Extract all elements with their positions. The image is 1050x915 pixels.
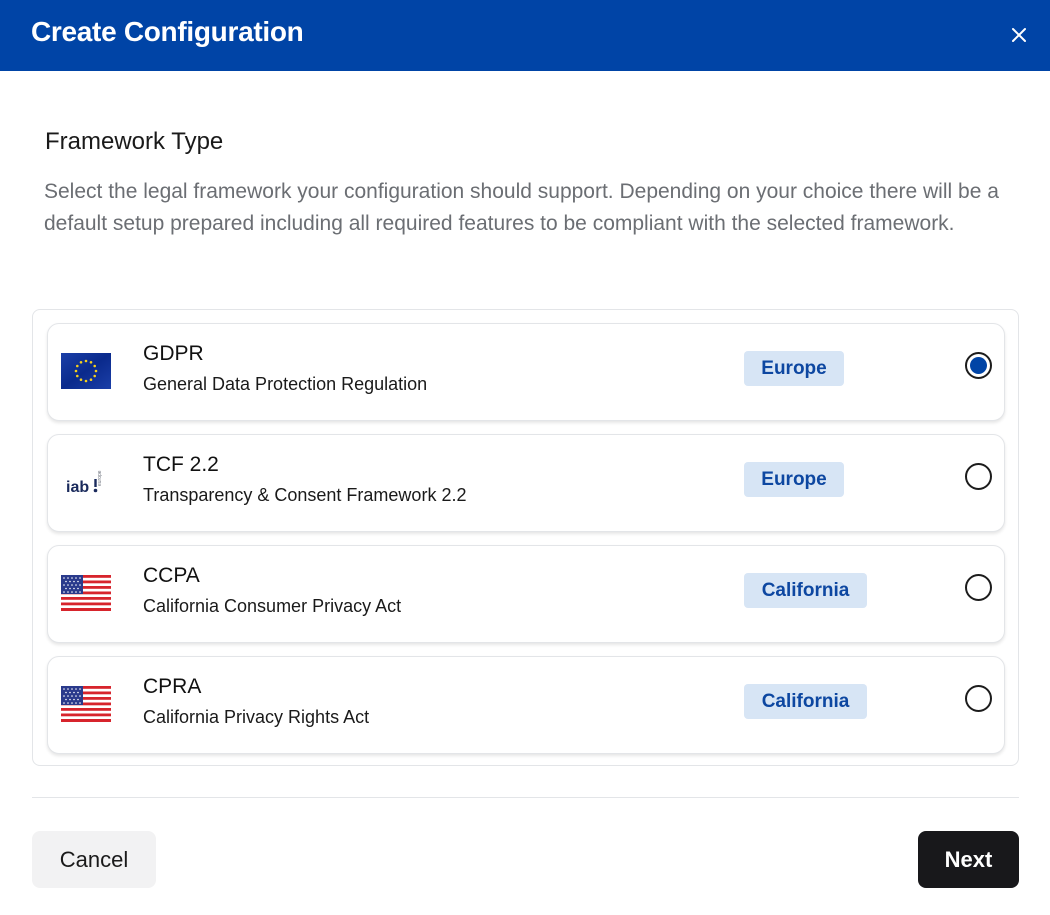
us-flag-icon (61, 684, 111, 724)
region-badge: Europe (744, 351, 844, 386)
framework-option-gdpr[interactable]: GDPR General Data Protection Regulation … (47, 323, 1005, 421)
framework-name: GDPR (143, 342, 204, 365)
region-badge: California (744, 684, 867, 719)
framework-full-name: General Data Protection Regulation (143, 374, 428, 394)
framework-name: CPRA (143, 675, 202, 698)
framework-option-ccpa[interactable]: CCPA California Consumer Privacy Act Cal… (47, 545, 1005, 643)
dialog-title: Create Configuration (31, 16, 304, 47)
framework-option-tcf[interactable]: iab europe TCF 2.2 Transparency & Consen… (47, 434, 1005, 532)
section-description: Select the legal framework your configur… (44, 180, 999, 235)
radio-selected[interactable] (965, 352, 992, 379)
footer-divider (32, 797, 1019, 798)
region-badge: California (744, 573, 867, 608)
framework-name: TCF 2.2 (143, 453, 219, 476)
iab-europe-logo: iab europe (61, 462, 111, 502)
section-title: Framework Type (45, 128, 224, 155)
framework-option-cpra[interactable]: CPRA California Privacy Rights Act Calif… (47, 656, 1005, 754)
next-button[interactable]: Next (918, 831, 1019, 888)
framework-name: CCPA (143, 564, 200, 587)
radio-unselected[interactable] (965, 574, 992, 601)
framework-full-name: Transparency & Consent Framework 2.2 (143, 485, 467, 505)
eu-flag-icon (61, 351, 111, 391)
us-flag-icon (61, 573, 111, 613)
region-badge: Europe (744, 462, 844, 497)
framework-full-name: California Consumer Privacy Act (143, 596, 402, 616)
close-icon[interactable] (1008, 24, 1030, 46)
radio-unselected[interactable] (965, 685, 992, 712)
cancel-button[interactable]: Cancel (32, 831, 156, 888)
svg-text:europe: europe (97, 470, 103, 486)
framework-full-name: California Privacy Rights Act (143, 707, 370, 727)
radio-unselected[interactable] (965, 463, 992, 490)
svg-text:iab: iab (66, 479, 89, 496)
framework-list: GDPR General Data Protection Regulation … (32, 309, 1019, 766)
dialog-header: Create Configuration (0, 0, 1050, 71)
